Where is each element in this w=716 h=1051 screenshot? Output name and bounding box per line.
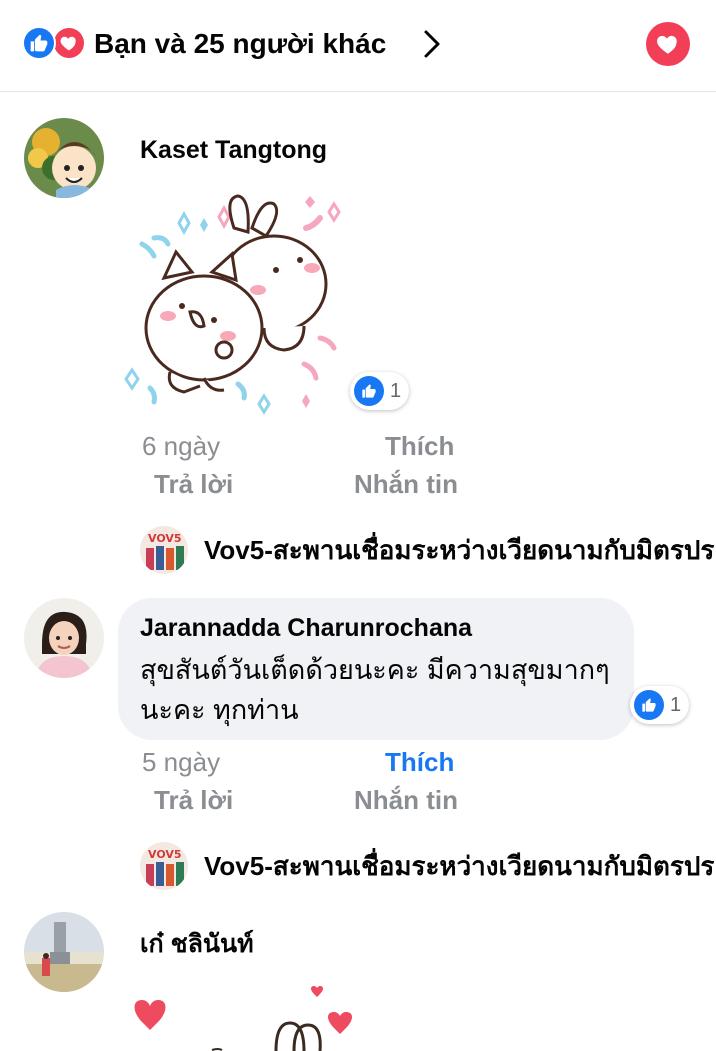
reactions-header: Bạn và 25 người khác <box>0 0 716 92</box>
like-button[interactable]: Thích <box>385 430 454 462</box>
comment-text: สุขสันต์วันเต็ดด้วยนะคะ มีความสุขมากๆนะค… <box>140 655 610 725</box>
reaction-count-badge[interactable]: 1 <box>350 372 410 410</box>
comment-bubble[interactable]: Jarannadda Charunrochana สุขสันต์วันเต็ด… <box>118 598 634 740</box>
comment-author[interactable]: Jarannadda Charunrochana <box>140 612 472 644</box>
like-icon <box>22 26 56 60</box>
like-icon <box>354 376 384 406</box>
avatar[interactable] <box>24 912 104 992</box>
message-button[interactable]: Nhắn tin <box>354 784 458 816</box>
reaction-count: 1 <box>670 693 682 716</box>
love-icon <box>52 26 86 60</box>
page-avatar: VOV5 <box>140 842 188 890</box>
love-icon[interactable] <box>646 22 690 66</box>
reaction-count: 1 <box>390 379 402 402</box>
svg-text:VOV5: VOV5 <box>148 848 182 861</box>
page-avatar: VOV5 <box>140 526 188 574</box>
message-button[interactable]: Nhắn tin <box>354 468 458 500</box>
svg-text:VOV5: VOV5 <box>148 532 182 545</box>
comment-author[interactable]: Kaset Tangtong <box>140 134 327 166</box>
reaction-icons[interactable] <box>22 26 88 60</box>
avatar[interactable] <box>24 118 104 198</box>
reply-button[interactable]: Trả lời <box>154 784 233 816</box>
page-reply-name: Vov5-สะพานเชื่อมระหว่างเวียดนามกับมิตรปร… <box>204 851 716 881</box>
avatar[interactable] <box>24 598 104 678</box>
chevron-right-icon[interactable] <box>420 28 444 60</box>
sticker-image[interactable] <box>124 188 354 416</box>
page-reply-row[interactable]: VOV5 Vov5-สะพานเชื่อมระหว่างเวียดนามกับม… <box>140 526 716 574</box>
reaction-count-badge[interactable]: 1 <box>630 686 690 724</box>
comment-timestamp[interactable]: 5 ngày <box>142 746 220 778</box>
like-icon <box>634 690 664 720</box>
like-button[interactable]: Thích <box>385 746 454 778</box>
reactions-summary[interactable]: Bạn và 25 người khác <box>94 26 386 62</box>
page-reply-name: Vov5-สะพานเชื่อมระหว่างเวียดนามกับมิตรปร… <box>204 535 716 565</box>
comment-timestamp[interactable]: 6 ngày <box>142 430 220 462</box>
reply-button[interactable]: Trả lời <box>154 468 233 500</box>
sticker-image[interactable] <box>120 984 360 1051</box>
page-reply-row[interactable]: VOV5 Vov5-สะพานเชื่อมระหว่างเวียดนามกับม… <box>140 842 716 890</box>
comment-author[interactable]: เก๋ ชลินันท์ <box>140 928 254 960</box>
